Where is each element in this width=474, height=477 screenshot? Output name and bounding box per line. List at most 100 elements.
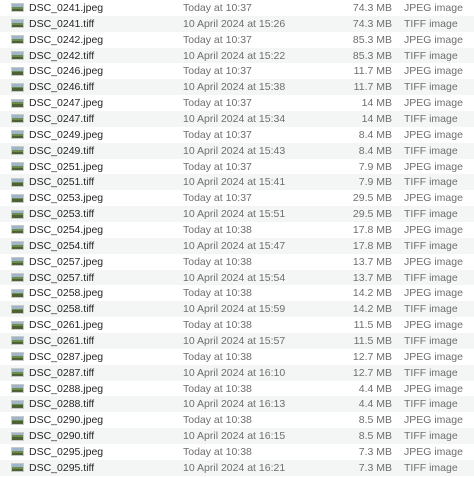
file-size: 7.3 MB [358, 461, 392, 474]
image-thumbnail-icon [11, 35, 24, 45]
file-kind: JPEG image [404, 192, 463, 205]
file-name: DSC_0295.jpeg [29, 445, 104, 458]
file-row[interactable]: DSC_0287.jpeg Today at 10:38 12.7 MB JPEG i… [0, 349, 474, 365]
image-thumbnail-icon [11, 431, 24, 441]
date-modified: 10 April 2024 at 15:43 [183, 144, 286, 157]
date-modified: 10 April 2024 at 15:41 [183, 176, 286, 189]
file-size: 11.5 MB [353, 334, 392, 347]
file-size: 17.8 MB [352, 239, 392, 252]
date-modified: Today at 10:37 [183, 160, 252, 173]
file-row[interactable]: DSC_0287.tiff 10 April 2024 at 16:10 12.7 … [0, 364, 474, 381]
file-row[interactable]: DSC_0288.jpeg Today at 10:38 4.4 MB JPEG im… [0, 381, 474, 397]
image-thumbnail-icon [11, 82, 24, 92]
file-row[interactable]: DSC_0257.jpeg Today at 10:38 13.7 MB JPEG i… [0, 254, 474, 270]
file-size: 7.9 MB [358, 160, 392, 173]
file-kind: JPEG image [404, 33, 463, 46]
file-kind: TIFF image [404, 334, 458, 347]
image-thumbnail-icon [11, 162, 24, 172]
date-modified: Today at 10:38 [183, 414, 252, 427]
file-row[interactable]: DSC_0249.jpeg Today at 10:37 8.4 MB JPEG im… [0, 127, 474, 143]
date-modified: Today at 10:38 [183, 445, 252, 458]
file-size: 4.4 MB [358, 382, 392, 395]
image-thumbnail-icon [11, 368, 24, 378]
image-thumbnail-icon [11, 66, 24, 76]
file-row[interactable]: DSC_0242.jpeg Today at 10:37 85.3 MB JPEG i… [0, 32, 474, 48]
file-size: 13.7 MB [352, 255, 392, 268]
file-name: DSC_0288.jpeg [29, 382, 104, 395]
file-row[interactable]: DSC_0261.tiff 10 April 2024 at 15:57 11.5 … [0, 333, 474, 349]
file-row[interactable]: DSC_0295.jpeg Today at 10:38 7.3 MB JPEG im… [0, 444, 474, 460]
file-row[interactable]: DSC_0247.tiff 10 April 2024 at 15:34 14 MB… [0, 111, 474, 127]
file-kind: TIFF image [404, 461, 458, 474]
image-thumbnail-icon [11, 114, 24, 124]
file-row[interactable]: DSC_0242.tiff 10 April 2024 at 15:22 85.3 … [0, 47, 474, 64]
file-name: DSC_0295.tiff [29, 461, 95, 474]
image-thumbnail-icon [11, 209, 24, 219]
file-row[interactable]: DSC_0290.tiff 10 April 2024 at 16:15 8.5 M… [0, 428, 474, 445]
file-size: 7.3 MB [358, 445, 392, 458]
file-row[interactable]: DSC_0253.tiff 10 April 2024 at 15:51 29.5 … [0, 206, 474, 223]
image-thumbnail-icon [11, 225, 24, 235]
image-thumbnail-icon [11, 399, 24, 409]
date-modified: Today at 10:38 [183, 287, 252, 300]
file-row[interactable]: DSC_0261.jpeg Today at 10:38 11.5 MB JPEG i… [0, 317, 474, 333]
image-thumbnail-icon [11, 193, 24, 203]
file-row[interactable]: DSC_0258.jpeg Today at 10:38 14.2 MB JPEG i… [0, 285, 474, 301]
date-modified: 10 April 2024 at 15:38 [183, 81, 286, 94]
file-name: DSC_0290.tiff [29, 430, 95, 443]
file-row[interactable]: DSC_0246.tiff 10 April 2024 at 15:38 11.7 … [0, 79, 474, 96]
file-row[interactable]: DSC_0249.tiff 10 April 2024 at 15:43 8.4 M… [0, 142, 474, 159]
file-kind: JPEG image [404, 97, 463, 110]
file-name: DSC_0290.jpeg [29, 414, 104, 427]
date-modified: 10 April 2024 at 15:59 [183, 303, 286, 316]
file-name: DSC_0258.tiff [29, 303, 95, 316]
file-name: DSC_0288.tiff [29, 398, 95, 411]
file-size: 7.9 MB [358, 176, 392, 189]
file-row[interactable]: DSC_0246.jpeg Today at 10:37 11.7 MB JPEG i… [0, 63, 474, 79]
file-size: 29.5 MB [352, 192, 392, 205]
file-row[interactable]: DSC_0247.jpeg Today at 10:37 14 MB JPEG ima… [0, 95, 474, 111]
file-row[interactable]: DSC_0290.jpeg Today at 10:38 8.5 MB JPEG im… [0, 412, 474, 428]
file-row[interactable]: DSC_0251.jpeg Today at 10:37 7.9 MB JPEG im… [0, 159, 474, 175]
date-modified: 10 April 2024 at 16:10 [183, 366, 286, 379]
file-row[interactable]: DSC_0253.jpeg Today at 10:37 29.5 MB JPEG i… [0, 190, 474, 206]
file-row[interactable]: DSC_0241.jpeg Today at 10:37 74.3 MB JPEG i… [0, 0, 474, 16]
file-name: DSC_0241.jpeg [29, 1, 104, 14]
file-size: 29.5 MB [352, 208, 392, 221]
image-thumbnail-icon [11, 273, 24, 283]
file-row[interactable]: DSC_0251.tiff 10 April 2024 at 15:41 7.9 M… [0, 174, 474, 191]
file-kind: TIFF image [404, 112, 458, 125]
file-row[interactable]: DSC_0257.tiff 10 April 2024 at 15:54 13.7 … [0, 269, 474, 286]
date-modified: Today at 10:37 [183, 1, 252, 14]
file-name: DSC_0249.jpeg [29, 128, 104, 141]
file-size: 4.4 MB [358, 398, 392, 411]
file-name: DSC_0253.jpeg [29, 192, 104, 205]
file-row[interactable]: DSC_0241.tiff 10 April 2024 at 15:26 74.3 … [0, 15, 474, 32]
file-row[interactable]: DSC_0258.tiff 10 April 2024 at 15:59 14.2 … [0, 301, 474, 318]
file-kind: TIFF image [404, 271, 458, 284]
file-kind: JPEG image [404, 128, 463, 141]
file-kind: TIFF image [404, 176, 458, 189]
file-row[interactable]: DSC_0295.tiff 10 April 2024 at 16:21 7.3 M… [0, 459, 474, 476]
file-kind: TIFF image [404, 144, 458, 157]
file-name: DSC_0246.jpeg [29, 65, 104, 78]
date-modified: Today at 10:38 [183, 319, 252, 332]
file-size: 14 MB [361, 97, 392, 110]
date-modified: Today at 10:38 [183, 255, 252, 268]
date-modified: 10 April 2024 at 15:47 [183, 239, 286, 252]
file-row[interactable]: DSC_0288.tiff 10 April 2024 at 16:13 4.4 M… [0, 396, 474, 413]
file-size: 14 MB [361, 112, 392, 125]
file-kind: TIFF image [404, 239, 458, 252]
image-thumbnail-icon [11, 288, 24, 298]
file-row[interactable]: DSC_0254.tiff 10 April 2024 at 15:47 17.8 … [0, 237, 474, 254]
file-kind: TIFF image [404, 430, 458, 443]
file-name: DSC_0242.jpeg [29, 33, 104, 46]
file-size: 85.3 MB [352, 49, 392, 62]
file-size: 8.5 MB [358, 430, 392, 443]
file-row[interactable]: DSC_0254.jpeg Today at 10:38 17.8 MB JPEG i… [0, 222, 474, 238]
file-size: 8.4 MB [358, 144, 392, 157]
date-modified: Today at 10:37 [183, 97, 252, 110]
file-kind: JPEG image [404, 414, 463, 427]
file-size: 17.8 MB [352, 223, 392, 236]
image-thumbnail-icon [11, 384, 24, 394]
